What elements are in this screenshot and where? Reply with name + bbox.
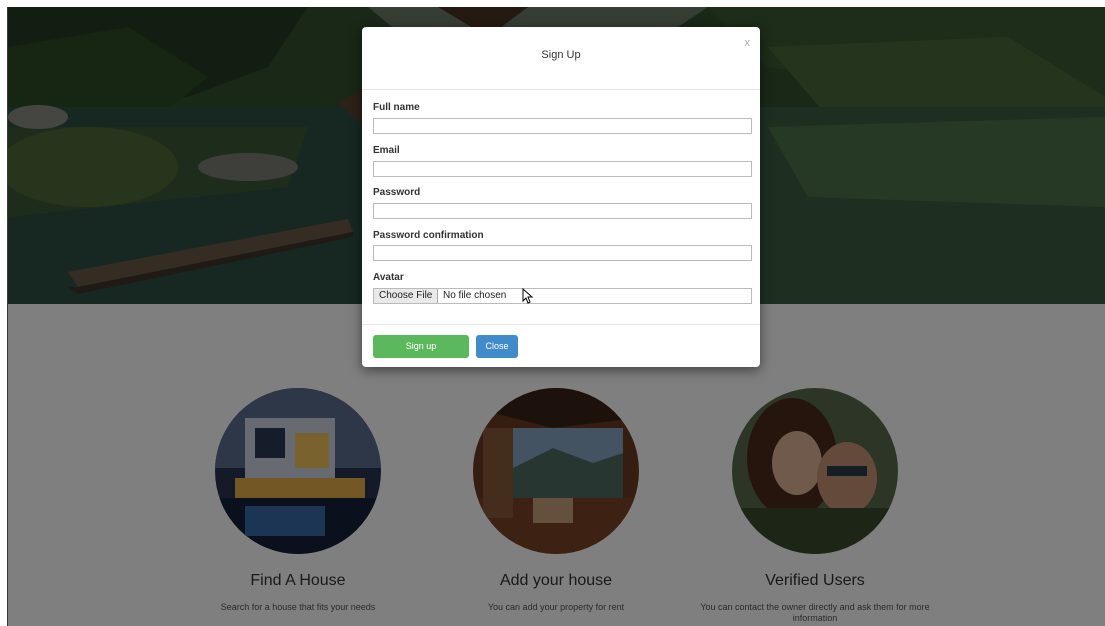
- avatar-file-input[interactable]: Choose File No file chosen: [373, 288, 752, 304]
- sign-up-button[interactable]: Sign up: [373, 335, 469, 358]
- page: Find A House Search for a house that fit…: [0, 0, 1105, 626]
- modal-header: Sign Up x: [362, 27, 760, 90]
- close-button[interactable]: Close: [476, 335, 518, 358]
- close-icon[interactable]: x: [745, 37, 751, 49]
- choose-file-button[interactable]: Choose File: [374, 289, 439, 303]
- full-name-input[interactable]: [373, 118, 752, 134]
- modal-title: Sign Up: [541, 49, 581, 61]
- password-label: Password: [373, 187, 421, 198]
- password-input[interactable]: [373, 203, 752, 219]
- modal-footer: Sign up Close: [362, 324, 760, 367]
- email-label: Email: [373, 145, 400, 156]
- password-confirmation-input[interactable]: [373, 245, 752, 261]
- password-confirmation-label: Password confirmation: [373, 230, 484, 241]
- email-input[interactable]: [373, 161, 752, 177]
- file-status: No file chosen: [443, 290, 507, 301]
- signup-modal: Sign Up x Full name Email Password Passw…: [362, 27, 760, 367]
- avatar-label: Avatar: [373, 272, 404, 283]
- mouse-cursor-icon: [522, 288, 534, 304]
- full-name-label: Full name: [373, 102, 420, 113]
